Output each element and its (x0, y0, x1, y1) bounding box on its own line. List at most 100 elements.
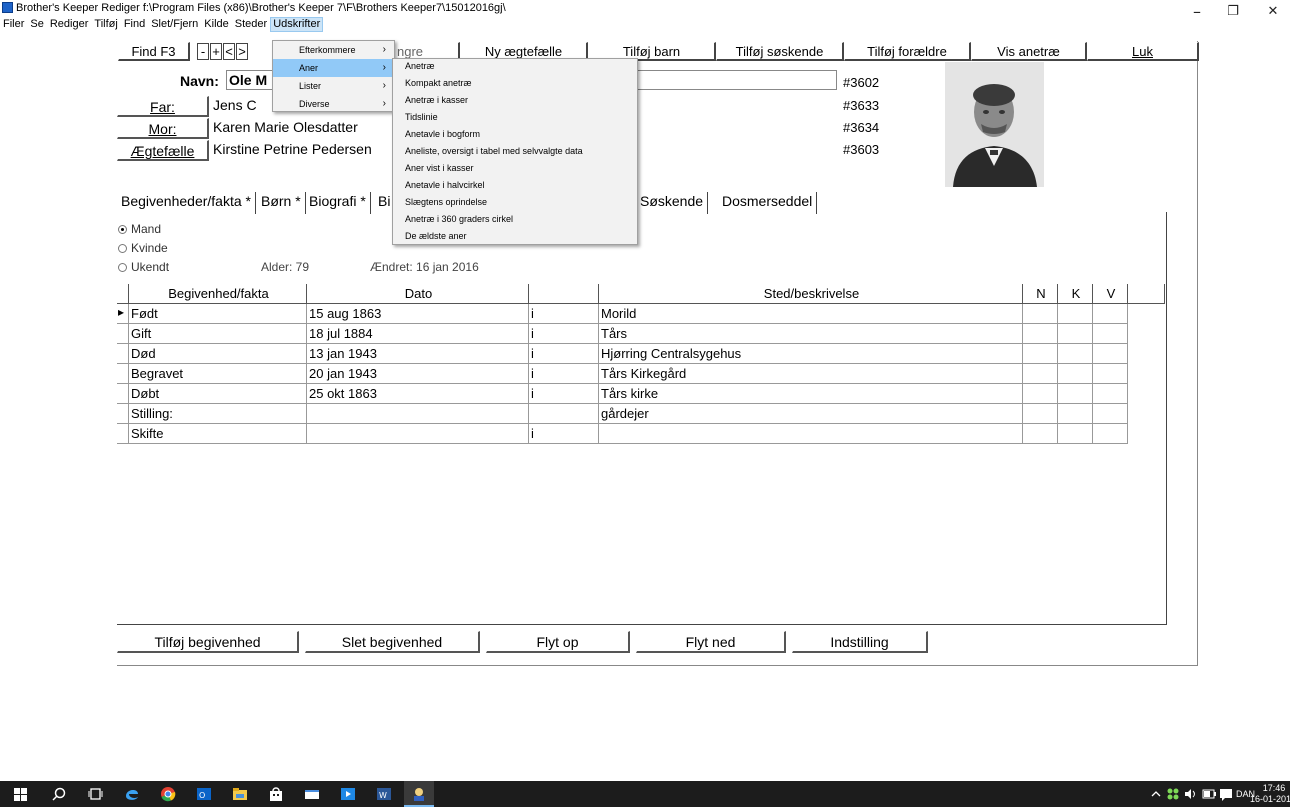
table-cell-k[interactable] (1058, 424, 1093, 444)
move-down-button[interactable]: Flyt ned (636, 631, 786, 653)
tab-events[interactable]: Begivenheder/fakta * (117, 192, 256, 214)
table-cell-place[interactable]: gårdejer (599, 404, 1023, 424)
edge-browser-icon[interactable] (124, 786, 140, 802)
add-event-button[interactable]: Tilføj begivenhed (117, 631, 299, 653)
table-cell-date[interactable] (307, 404, 529, 424)
word-icon[interactable]: W (376, 786, 392, 802)
submenu-item-aneliste-tabel[interactable]: Aneliste, oversigt i tabel med selvvalgt… (393, 143, 637, 160)
file-explorer-icon[interactable] (232, 786, 248, 802)
table-cell-prep[interactable]: i (529, 384, 599, 404)
table-cell-event[interactable]: Død (129, 344, 307, 364)
table-cell-event[interactable]: Døbt (129, 384, 307, 404)
menu-diverse[interactable]: Diverse › (273, 95, 394, 113)
menu-udskrifter[interactable]: Udskrifter (270, 17, 324, 32)
row-selector[interactable]: ▸ (117, 304, 129, 324)
minus-button[interactable]: - (197, 43, 209, 60)
table-cell-date[interactable]: 15 aug 1863 (307, 304, 529, 324)
add-parents-button[interactable]: Tilføj forældre (844, 42, 971, 61)
table-cell-event[interactable]: Stilling: (129, 404, 307, 424)
tab-biography[interactable]: Biografi * (305, 192, 371, 214)
plus-button[interactable]: + (210, 43, 222, 60)
table-cell-n[interactable] (1023, 344, 1058, 364)
table-cell-v[interactable] (1093, 364, 1128, 384)
table-cell-v[interactable] (1093, 344, 1128, 364)
table-cell-n[interactable] (1023, 304, 1058, 324)
notification-icon[interactable] (1219, 788, 1233, 801)
window-app-icon[interactable] (304, 786, 320, 802)
submenu-item-slaegtens-oprindelse[interactable]: Slægtens oprindelse (393, 194, 637, 211)
table-cell-place[interactable] (599, 424, 1023, 444)
submenu-item-anetrae[interactable]: Anetræ (393, 58, 637, 75)
table-cell-date[interactable]: 13 jan 1943 (307, 344, 529, 364)
table-cell-date[interactable] (307, 424, 529, 444)
settings-button[interactable]: Indstilling (792, 631, 928, 653)
father-button[interactable]: Far: (117, 96, 209, 117)
close-button[interactable]: Luk (1087, 42, 1199, 61)
table-cell-n[interactable] (1023, 384, 1058, 404)
table-cell-event[interactable]: Skifte (129, 424, 307, 444)
table-cell-v[interactable] (1093, 404, 1128, 424)
chevron-up-icon[interactable] (1151, 789, 1161, 799)
search-icon[interactable] (52, 787, 66, 801)
mother-button[interactable]: Mor: (117, 118, 209, 139)
move-up-button[interactable]: Flyt op (486, 631, 630, 653)
outlook-icon[interactable]: O (196, 786, 212, 802)
prev-button[interactable]: < (223, 43, 235, 60)
table-cell-place[interactable]: Morild (599, 304, 1023, 324)
spouse-name[interactable]: Kirstine Petrine Pedersen (213, 141, 372, 157)
father-name[interactable]: Jens C (213, 97, 257, 113)
row-selector[interactable] (117, 344, 129, 364)
find-button[interactable]: Find F3 (118, 42, 190, 61)
name-field-continued[interactable] (625, 70, 837, 90)
table-cell-n[interactable] (1023, 424, 1058, 444)
menu-tilfoej[interactable]: Tilføj (91, 17, 120, 32)
menu-slet-fjern[interactable]: Slet/Fjern (148, 17, 201, 32)
table-cell-v[interactable] (1093, 304, 1128, 324)
table-cell-place[interactable]: Tårs Kirkegård (599, 364, 1023, 384)
menu-se[interactable]: Se (27, 17, 46, 32)
table-cell-n[interactable] (1023, 364, 1058, 384)
table-cell-place[interactable]: Hjørring Centralsygehus (599, 344, 1023, 364)
submenu-item-anetrae-360-cirkel[interactable]: Anetræ i 360 graders cirkel (393, 211, 637, 228)
submenu-item-aner-vist-i-kasser[interactable]: Aner vist i kasser (393, 160, 637, 177)
radio-unknown-icon[interactable] (118, 263, 127, 272)
row-selector[interactable] (117, 324, 129, 344)
menu-aner[interactable]: Aner › (273, 59, 394, 77)
menu-steder[interactable]: Steder (232, 17, 270, 32)
chrome-browser-icon[interactable] (160, 786, 176, 802)
row-selector[interactable] (117, 424, 129, 444)
table-cell-k[interactable] (1058, 324, 1093, 344)
gender-female-option[interactable]: Kvinde (118, 241, 168, 255)
media-player-icon[interactable] (340, 786, 356, 802)
portrait-photo[interactable] (945, 62, 1044, 187)
radio-male-icon[interactable] (118, 225, 127, 234)
submenu-item-anetavle-i-halvcirkel[interactable]: Anetavle i halvcirkel (393, 177, 637, 194)
tab-siblings[interactable]: Søskende (636, 192, 709, 214)
table-cell-date[interactable]: 25 okt 1863 (307, 384, 529, 404)
table-cell-event[interactable]: Begravet (129, 364, 307, 384)
gender-unknown-option[interactable]: Ukendt (118, 260, 169, 274)
brothers-keeper-taskbar-button[interactable] (404, 781, 434, 807)
menu-filer[interactable]: Filer (0, 17, 27, 32)
spouse-button[interactable]: Ægtefælle (117, 140, 209, 161)
table-cell-date[interactable]: 20 jan 1943 (307, 364, 529, 384)
table-cell-v[interactable] (1093, 384, 1128, 404)
menu-kilde[interactable]: Kilde (201, 17, 231, 32)
table-cell-prep[interactable] (529, 404, 599, 424)
table-cell-n[interactable] (1023, 404, 1058, 424)
radio-female-icon[interactable] (118, 244, 127, 253)
table-cell-k[interactable] (1058, 344, 1093, 364)
volume-icon[interactable] (1184, 788, 1198, 800)
mother-name[interactable]: Karen Marie Olesdatter (213, 119, 358, 135)
submenu-item-tidslinie[interactable]: Tidslinie (393, 109, 637, 126)
table-cell-n[interactable] (1023, 324, 1058, 344)
menu-rediger[interactable]: Rediger (47, 17, 92, 32)
battery-icon[interactable] (1202, 788, 1216, 800)
table-cell-v[interactable] (1093, 424, 1128, 444)
submenu-item-kompakt-anetrae[interactable]: Kompakt anetræ (393, 75, 637, 92)
table-cell-prep[interactable]: i (529, 324, 599, 344)
close-window-button[interactable]: ✕ (1250, 0, 1290, 24)
table-cell-place[interactable]: Tårs (599, 324, 1023, 344)
store-icon[interactable] (268, 786, 284, 802)
table-cell-prep[interactable]: i (529, 344, 599, 364)
